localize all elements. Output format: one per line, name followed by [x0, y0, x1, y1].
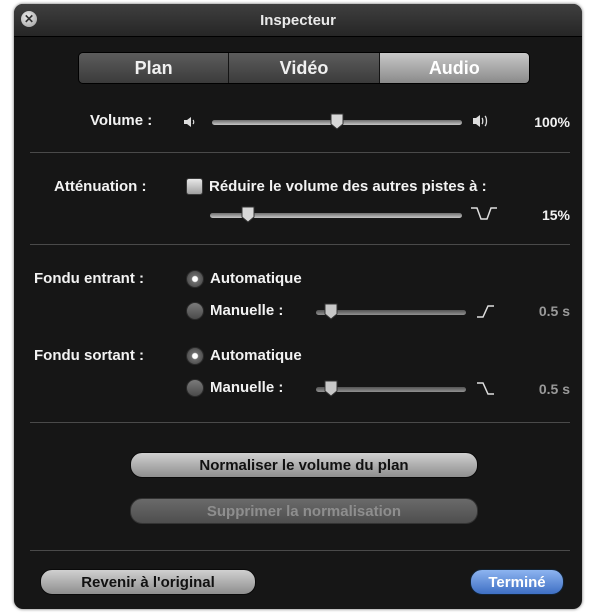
tab-plan[interactable]: Plan — [79, 53, 230, 83]
speaker-low-icon — [183, 115, 197, 129]
fade-in-value: 0.5 s — [538, 303, 570, 319]
tab-audio[interactable]: Audio — [379, 53, 529, 83]
speaker-high-icon — [472, 113, 492, 129]
fade-in-auto-radio[interactable] — [186, 270, 204, 288]
fade-out-label: Fondu sortant : — [34, 347, 144, 364]
normalize-button[interactable]: Normaliser le volume du plan — [130, 452, 478, 478]
separator — [30, 422, 570, 423]
remove-normalization-button[interactable]: Supprimer la normalisation — [130, 498, 478, 524]
inspector-window: ✕ Inspecteur Plan Vidéo Audio Volume : 1… — [14, 4, 582, 609]
fade-out-manual-label[interactable]: Manuelle : — [210, 379, 283, 396]
separator — [30, 152, 570, 153]
ducking-curve-icon — [470, 206, 500, 222]
separator — [30, 550, 570, 551]
attenuation-checkbox-label[interactable]: Réduire le volume des autres pistes à : — [209, 178, 487, 195]
fade-in-curve-icon — [476, 303, 496, 319]
volume-value: 100% — [534, 114, 570, 130]
fade-out-slider-thumb[interactable] — [324, 380, 338, 397]
title-bar[interactable]: ✕ Inspecteur — [14, 4, 582, 37]
revert-button[interactable]: Revenir à l'original — [40, 569, 256, 595]
window-title: Inspecteur — [260, 12, 336, 29]
fade-in-slider-track[interactable] — [316, 310, 466, 315]
fade-in-auto-label[interactable]: Automatique — [210, 270, 302, 287]
fade-out-slider-track[interactable] — [316, 387, 466, 392]
fade-out-auto-radio[interactable] — [186, 347, 204, 365]
attenuation-slider-thumb[interactable] — [241, 206, 255, 223]
fade-out-auto-label[interactable]: Automatique — [210, 347, 302, 364]
attenuation-label: Atténuation : — [54, 178, 147, 195]
tab-bar: Plan Vidéo Audio — [78, 52, 530, 84]
fade-in-manual-label[interactable]: Manuelle : — [210, 302, 283, 319]
done-button[interactable]: Terminé — [470, 569, 564, 595]
attenuation-checkbox[interactable] — [186, 178, 203, 195]
fade-in-manual-radio[interactable] — [186, 302, 204, 320]
separator — [30, 244, 570, 245]
volume-slider-thumb[interactable] — [330, 113, 344, 130]
fade-out-curve-icon — [476, 380, 496, 396]
fade-in-slider-thumb[interactable] — [324, 303, 338, 320]
fade-out-value: 0.5 s — [538, 381, 570, 397]
attenuation-value: 15% — [541, 207, 570, 223]
fade-in-label: Fondu entrant : — [34, 270, 144, 287]
fade-out-manual-radio[interactable] — [186, 379, 204, 397]
volume-label: Volume : — [90, 112, 153, 129]
tab-video[interactable]: Vidéo — [229, 53, 380, 83]
